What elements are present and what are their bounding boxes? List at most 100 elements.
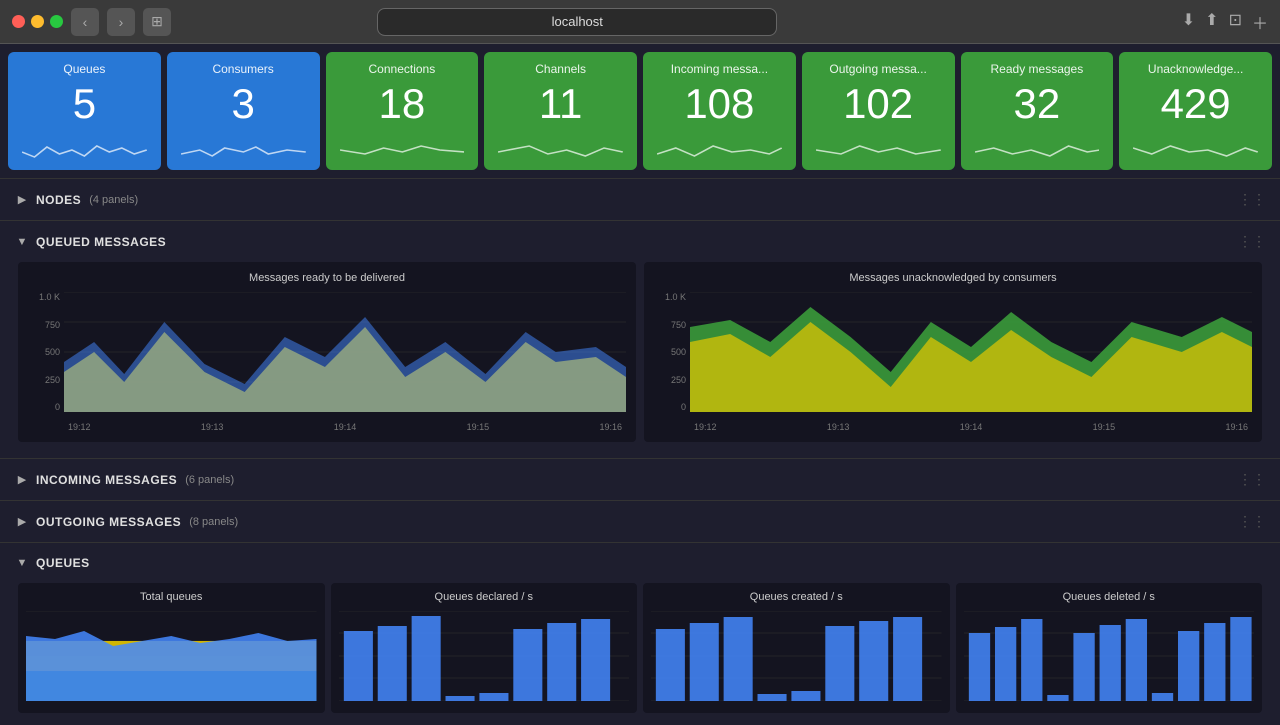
metric-card-value: 32 bbox=[975, 80, 1100, 128]
sparkline-queues bbox=[22, 132, 147, 162]
sparkline-channels bbox=[498, 132, 623, 162]
metric-card-value: 3 bbox=[181, 80, 306, 128]
browser-chrome: ‹ › ⊞ localhost ⬇ ⬆ ⊡ ＋ bbox=[0, 0, 1280, 44]
close-button[interactable] bbox=[12, 15, 25, 28]
share-icon[interactable]: ⬆ bbox=[1205, 10, 1218, 34]
section-menu-dots[interactable]: ⋮⋮ bbox=[1238, 513, 1266, 530]
chart-queues-deleted: Queues deleted / s bbox=[956, 583, 1263, 713]
section-title-nodes: NODES bbox=[36, 193, 81, 207]
metric-card-value: 18 bbox=[340, 80, 465, 128]
new-tab-icon[interactable]: ＋ bbox=[1252, 10, 1268, 34]
sparkline-unacked bbox=[1133, 132, 1258, 162]
chart-area-total-queues bbox=[26, 611, 317, 701]
download-icon[interactable]: ⬇ bbox=[1182, 10, 1195, 34]
x-label: 19:13 bbox=[201, 422, 224, 432]
x-label: 19:16 bbox=[599, 422, 622, 432]
section-nodes: ▶ NODES (4 panels) ⋮⋮ bbox=[0, 178, 1280, 220]
chart-svg-ready bbox=[64, 292, 626, 412]
chart-x-labels-ready: 19:12 19:13 19:14 19:15 19:16 bbox=[64, 422, 626, 432]
chart-total-queues: Total queues bbox=[18, 583, 325, 713]
chart-area-deleted bbox=[964, 611, 1255, 701]
chevron-right-icon: ▶ bbox=[14, 472, 30, 488]
fullscreen-icon[interactable]: ⊡ bbox=[1229, 10, 1242, 34]
x-label: 19:16 bbox=[1225, 422, 1248, 432]
sparkline-incoming bbox=[657, 132, 782, 162]
chart-unacked-messages: Messages unacknowledged by consumers 1.0… bbox=[644, 262, 1262, 442]
metric-card-title: Consumers bbox=[181, 62, 306, 76]
sparkline-connections bbox=[340, 132, 465, 162]
section-menu-dots[interactable]: ⋮⋮ bbox=[1238, 471, 1266, 488]
y-label: 250 bbox=[671, 375, 686, 385]
back-button[interactable]: ‹ bbox=[71, 8, 99, 36]
section-subtitle-nodes: (4 panels) bbox=[89, 194, 138, 206]
x-label: 19:15 bbox=[1093, 422, 1116, 432]
section-title-outgoing: OUTGOING MESSAGES bbox=[36, 515, 181, 529]
section-header-outgoing[interactable]: ▶ OUTGOING MESSAGES (8 panels) ⋮⋮ bbox=[14, 505, 1266, 538]
url-text: localhost bbox=[552, 14, 603, 29]
metric-card-title: Queues bbox=[22, 62, 147, 76]
metric-card-channels[interactable]: Channels 11 bbox=[484, 52, 637, 170]
queued-charts-row: Messages ready to be delivered 1.0 K 750… bbox=[14, 258, 1266, 454]
metric-card-title: Unacknowledge... bbox=[1133, 62, 1258, 76]
chart-title-deleted: Queues deleted / s bbox=[964, 591, 1255, 603]
chart-area-declared bbox=[339, 611, 630, 701]
chart-title-created: Queues created / s bbox=[651, 591, 942, 603]
chart-area-ready: 1.0 K 750 500 250 0 bbox=[28, 292, 626, 432]
metric-card-value: 11 bbox=[498, 80, 623, 128]
metric-card-value: 5 bbox=[22, 80, 147, 128]
y-label: 1.0 K bbox=[665, 292, 686, 302]
queues-charts-row: Total queues bbox=[14, 579, 1266, 721]
x-label: 19:14 bbox=[334, 422, 357, 432]
metric-card-connections[interactable]: Connections 18 bbox=[326, 52, 479, 170]
metric-card-title: Connections bbox=[340, 62, 465, 76]
section-header-queued[interactable]: ▼ QUEUED MESSAGES ⋮⋮ bbox=[14, 225, 1266, 258]
metric-card-title: Outgoing messa... bbox=[816, 62, 941, 76]
metric-card-title: Ready messages bbox=[975, 62, 1100, 76]
section-title-incoming: INCOMING MESSAGES bbox=[36, 473, 177, 487]
metric-card-queues[interactable]: Queues 5 bbox=[8, 52, 161, 170]
chart-y-labels-unacked: 1.0 K 750 500 250 0 bbox=[654, 292, 690, 412]
y-label: 500 bbox=[671, 347, 686, 357]
y-label: 250 bbox=[45, 375, 60, 385]
metric-card-unacked[interactable]: Unacknowledge... 429 bbox=[1119, 52, 1272, 170]
toolbar-icons: ⬇ ⬆ ⊡ ＋ bbox=[1182, 10, 1268, 34]
minimize-button[interactable] bbox=[31, 15, 44, 28]
forward-button[interactable]: › bbox=[107, 8, 135, 36]
chart-queues-created: Queues created / s bbox=[643, 583, 950, 713]
chart-ready-messages: Messages ready to be delivered 1.0 K 750… bbox=[18, 262, 636, 442]
chevron-right-icon: ▶ bbox=[14, 514, 30, 530]
sidebar-toggle-button[interactable]: ⊞ bbox=[143, 8, 171, 36]
metric-card-ready[interactable]: Ready messages 32 bbox=[961, 52, 1114, 170]
chart-title-total-queues: Total queues bbox=[26, 591, 317, 603]
y-label: 500 bbox=[45, 347, 60, 357]
metric-card-value: 108 bbox=[657, 80, 782, 128]
chevron-down-icon: ▼ bbox=[14, 555, 30, 571]
y-label: 1.0 K bbox=[39, 292, 60, 302]
section-menu-dots[interactable]: ⋮⋮ bbox=[1238, 191, 1266, 208]
metric-card-outgoing[interactable]: Outgoing messa... 102 bbox=[802, 52, 955, 170]
y-label: 0 bbox=[55, 402, 60, 412]
address-bar[interactable]: localhost bbox=[377, 8, 777, 36]
section-subtitle-incoming: (6 panels) bbox=[185, 474, 234, 486]
metric-card-title: Incoming messa... bbox=[657, 62, 782, 76]
sparkline-outgoing bbox=[816, 132, 941, 162]
chevron-down-icon: ▼ bbox=[14, 234, 30, 250]
metric-cards-row: Queues 5 Consumers 3 Connections 18 bbox=[0, 44, 1280, 178]
metric-card-consumers[interactable]: Consumers 3 bbox=[167, 52, 320, 170]
sparkline-ready bbox=[975, 132, 1100, 162]
chart-x-labels-unacked: 19:12 19:13 19:14 19:15 19:16 bbox=[690, 422, 1252, 432]
section-header-queues[interactable]: ▼ QUEUES bbox=[14, 547, 1266, 579]
section-queued-messages: ▼ QUEUED MESSAGES ⋮⋮ Messages ready to b… bbox=[0, 220, 1280, 458]
metric-card-value: 429 bbox=[1133, 80, 1258, 128]
maximize-button[interactable] bbox=[50, 15, 63, 28]
section-header-nodes[interactable]: ▶ NODES (4 panels) ⋮⋮ bbox=[14, 183, 1266, 216]
section-menu-dots[interactable]: ⋮⋮ bbox=[1238, 233, 1266, 250]
traffic-lights bbox=[12, 15, 63, 28]
section-header-incoming[interactable]: ▶ INCOMING MESSAGES (6 panels) ⋮⋮ bbox=[14, 463, 1266, 496]
y-label: 750 bbox=[45, 320, 60, 330]
y-label: 750 bbox=[671, 320, 686, 330]
chart-title-declared: Queues declared / s bbox=[339, 591, 630, 603]
y-label: 0 bbox=[681, 402, 686, 412]
metric-card-incoming[interactable]: Incoming messa... 108 bbox=[643, 52, 796, 170]
chart-title-unacked: Messages unacknowledged by consumers bbox=[654, 272, 1252, 284]
